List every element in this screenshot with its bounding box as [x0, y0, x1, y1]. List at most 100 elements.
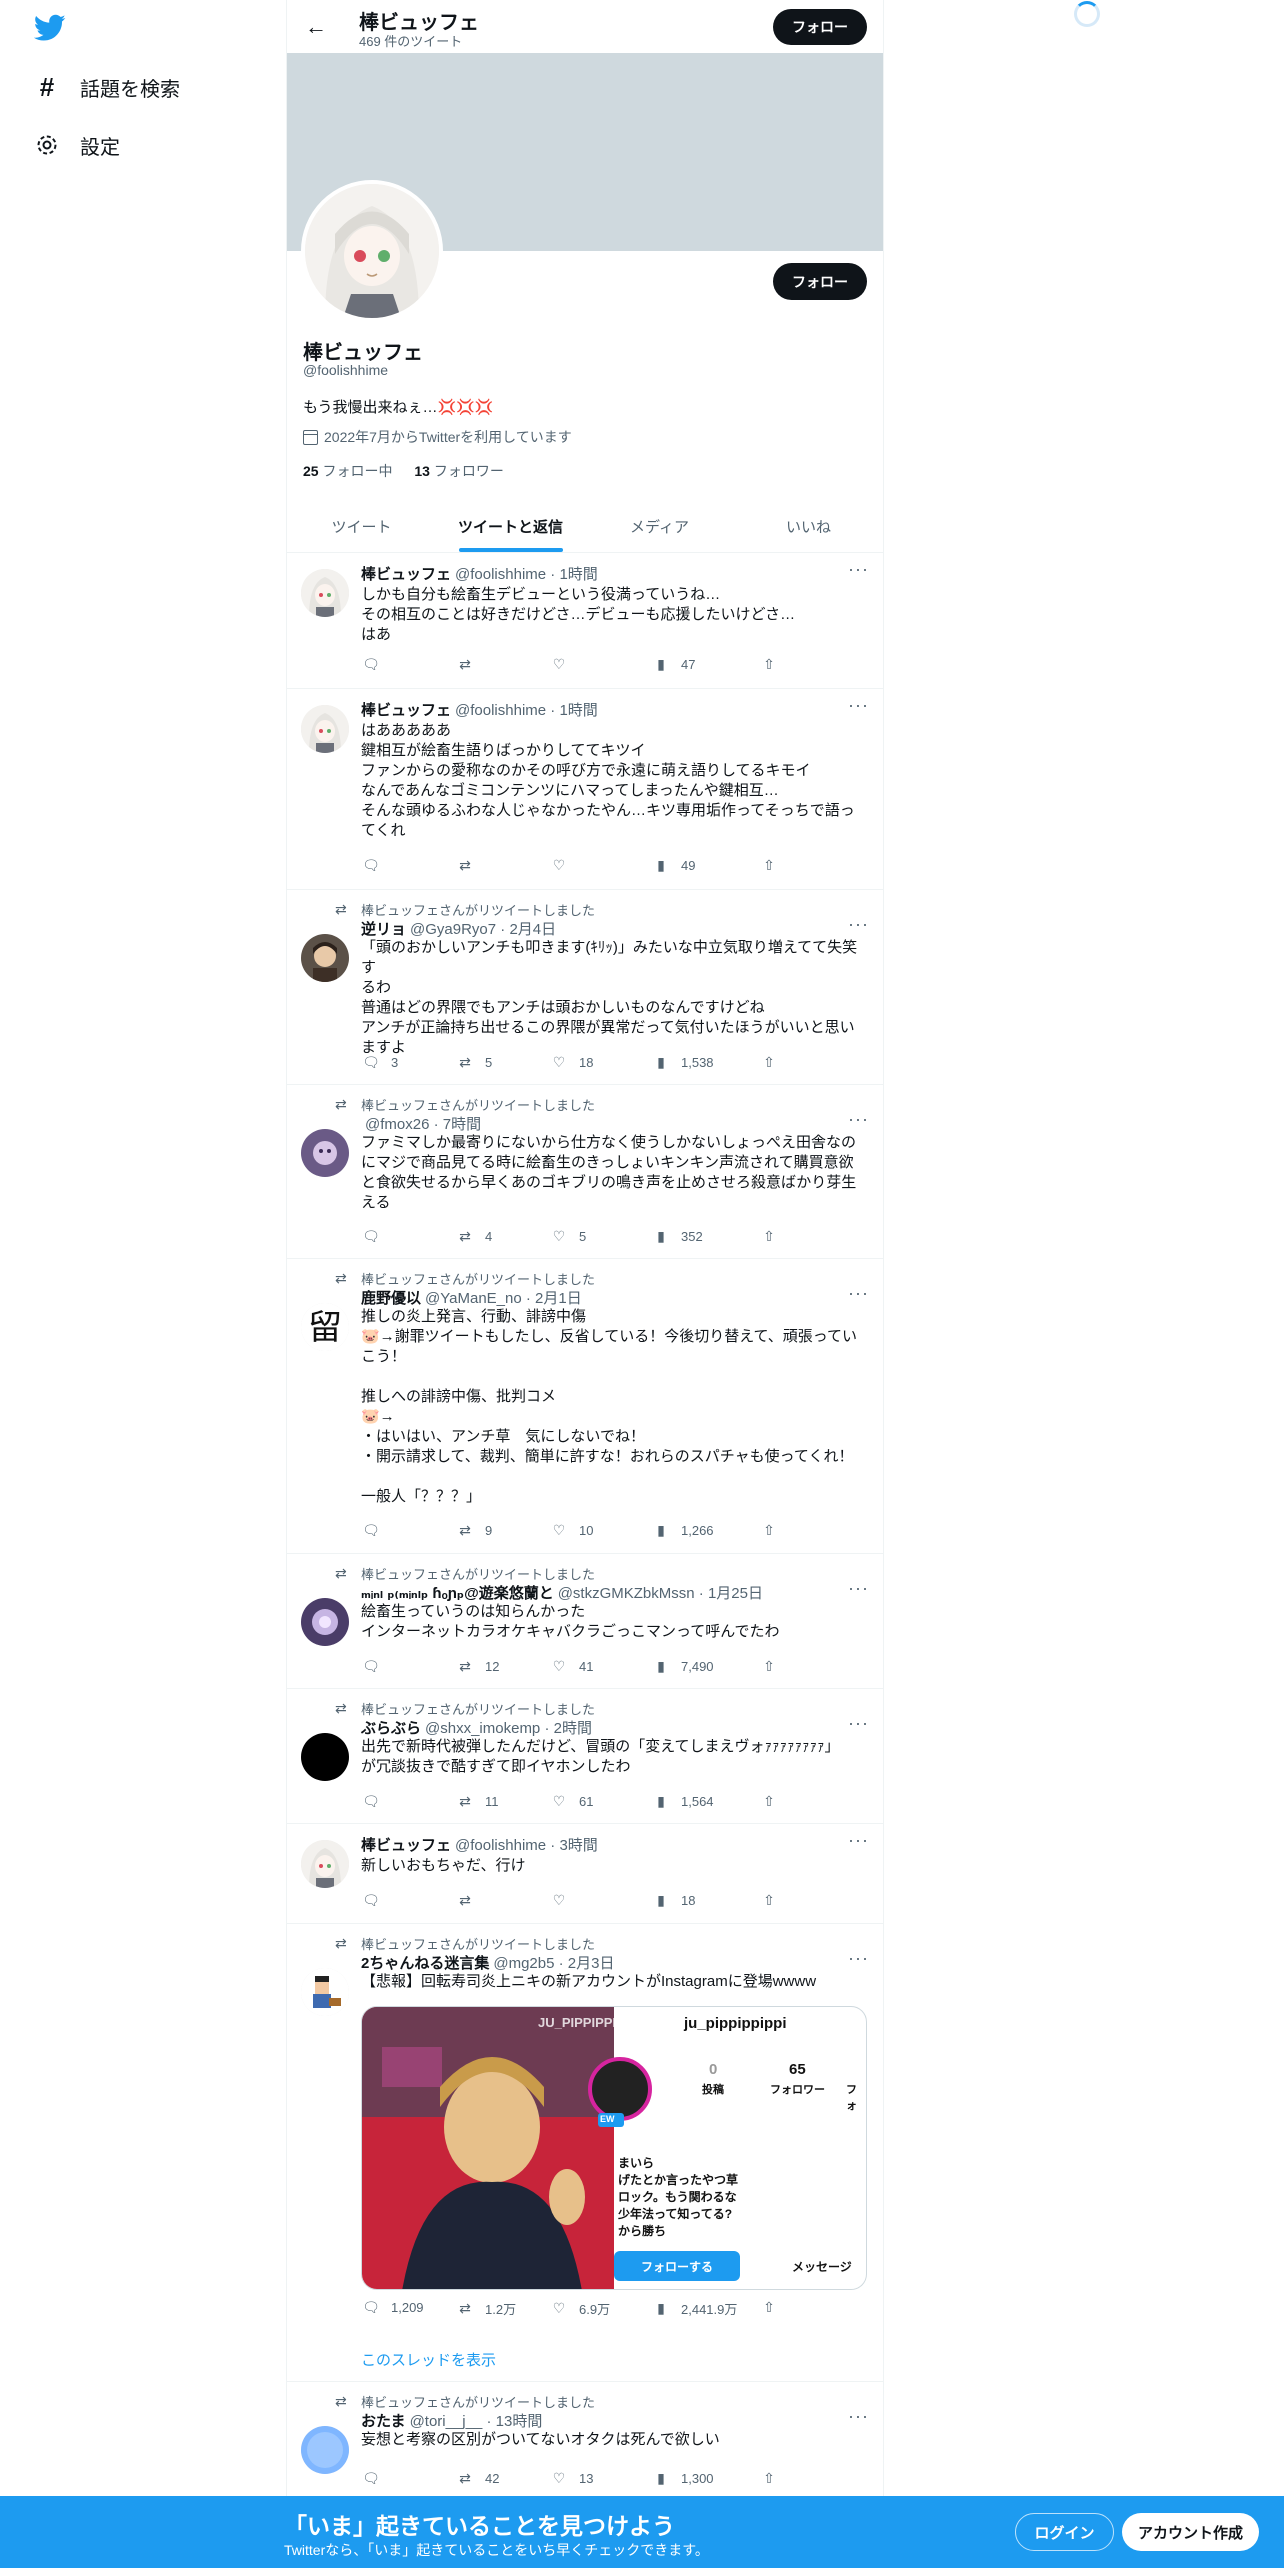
- twitter-logo-icon[interactable]: [34, 14, 66, 42]
- signup-button[interactable]: アカウント作成: [1122, 2513, 1259, 2551]
- tweet-handle-time[interactable]: @mg2b5 · 2月3日: [493, 1955, 614, 1972]
- retweet-button[interactable]: ⇄ 42: [455, 2470, 499, 2487]
- tab-media[interactable]: メディア: [585, 500, 734, 552]
- tweet-author-name[interactable]: 2ちゃんねる迷言集: [361, 1955, 489, 1972]
- tweet[interactable]: 棒ビュッフェ @foolishhime · 1時間 ··· はあああああ 鍵相互が絵畜…: [287, 689, 883, 890]
- tweet[interactable]: ⇄ 棒ビュッフェさんがリツイートしました ₘᵢₙₗ ₚ₍ₘᵢₙₗₚ ɦₒɲₚ@遊楽悠…: [287, 1554, 883, 1689]
- tweet-avatar[interactable]: [301, 1733, 349, 1781]
- profile-follow-button[interactable]: フォロー: [773, 263, 867, 300]
- like-button[interactable]: ♡ 41: [549, 1658, 594, 1675]
- tweet-author-name[interactable]: ₘᵢₙₗ ₚ₍ₘᵢₙₗₚ ɦₒɲₚ@遊楽悠蘭と: [361, 1585, 554, 1602]
- like-button[interactable]: ♡: [549, 857, 579, 874]
- retweet-button[interactable]: ⇄ 12: [455, 1658, 499, 1675]
- tweet-handle-time[interactable]: @foolishhime · 3時間: [455, 1837, 598, 1854]
- retweet-button[interactable]: ⇄ 4: [455, 1228, 492, 1245]
- share-button[interactable]: ⇧: [759, 1892, 779, 1909]
- views-button[interactable]: ▮ 7,490: [651, 1658, 713, 1675]
- tab-tweets-and-replies[interactable]: ツイートと返信: [436, 500, 585, 552]
- reply-button[interactable]: 🗨 3: [361, 1054, 398, 1071]
- retweet-button[interactable]: ⇄ 9: [455, 1522, 492, 1539]
- tweet-avatar[interactable]: [301, 934, 349, 982]
- tweet-media[interactable]: JU_PIPPIPPI ju_pippippippi 0 投稿 65 フォロワー…: [361, 2006, 867, 2290]
- tweet-author-name[interactable]: 逆リョ: [361, 921, 406, 938]
- share-button[interactable]: ⇧: [759, 857, 779, 874]
- show-thread-link[interactable]: このスレッドを表示: [361, 2349, 496, 2370]
- tweet[interactable]: 棒ビュッフェ @foolishhime · 3時間 ··· 新しいおもちゃだ、行け 🗨…: [287, 1824, 883, 1924]
- reply-button[interactable]: 🗨: [361, 2470, 391, 2487]
- reply-button[interactable]: 🗨: [361, 1892, 391, 1909]
- like-button[interactable]: ♡: [549, 1892, 579, 1909]
- reply-button[interactable]: 🗨: [361, 1658, 391, 1675]
- retweet-button[interactable]: ⇄: [455, 1892, 485, 1909]
- retweet-button[interactable]: ⇄ 5: [455, 1054, 492, 1071]
- tweet-author-name[interactable]: ぶらぶら: [361, 1720, 421, 1737]
- reply-button[interactable]: 🗨: [361, 857, 391, 874]
- tweet[interactable]: ⇄ 棒ビュッフェさんがリツイートしました 2ちゃんねる迷言集 @mg2b5 · 2月3…: [287, 1924, 883, 2382]
- like-button[interactable]: ♡ 10: [549, 1522, 594, 1539]
- back-arrow-icon[interactable]: ←: [301, 12, 331, 42]
- tweet[interactable]: ⇄ 棒ビュッフェさんがリツイートしました おたま @tori__j__ · 13時間 ·…: [287, 2382, 883, 2500]
- tweet-avatar[interactable]: [301, 569, 349, 617]
- more-options-icon[interactable]: ···: [848, 695, 869, 716]
- views-button[interactable]: ▮ 49: [651, 857, 695, 874]
- tweet-handle-time[interactable]: @fmox26 · 7時間: [365, 1116, 481, 1133]
- like-button[interactable]: ♡ 18: [549, 1054, 594, 1071]
- reply-button[interactable]: 🗨 1,209: [361, 2299, 423, 2316]
- tweet-handle-time[interactable]: @Gya9Ryo7 · 2月4日: [410, 921, 556, 938]
- views-button[interactable]: ▮ 352: [651, 1228, 703, 1245]
- followers-link[interactable]: 13 フォロワー: [414, 463, 503, 479]
- tweet-avatar[interactable]: [301, 1598, 349, 1646]
- nav-explore[interactable]: # 話題を検索: [32, 67, 180, 107]
- views-button[interactable]: ▮ 47: [651, 656, 695, 673]
- tweet[interactable]: 棒ビュッフェ @foolishhime · 1時間 ··· しかも自分も絵畜生デビュー…: [287, 553, 883, 689]
- views-button[interactable]: ▮ 1,538: [651, 1054, 713, 1071]
- share-button[interactable]: ⇧: [759, 1522, 779, 1539]
- share-button[interactable]: ⇧: [759, 1228, 779, 1245]
- tweet-author-name[interactable]: 棒ビュッフェ: [361, 1837, 451, 1854]
- retweet-button[interactable]: ⇄: [455, 656, 485, 673]
- tweet[interactable]: ⇄ 棒ビュッフェさんがリツイートしました留鹿野優以 @YaManE_no · 2月1…: [287, 1259, 883, 1554]
- retweet-button[interactable]: ⇄: [455, 857, 485, 874]
- tweet-handle-time[interactable]: @YaManE_no · 2月1日: [425, 1290, 582, 1307]
- reply-button[interactable]: 🗨: [361, 1793, 391, 1810]
- more-options-icon[interactable]: ···: [848, 2406, 869, 2427]
- like-button[interactable]: ♡ 61: [549, 1793, 594, 1810]
- tweet-avatar[interactable]: [301, 705, 349, 753]
- like-button[interactable]: ♡: [549, 656, 579, 673]
- more-options-icon[interactable]: ···: [848, 1713, 869, 1734]
- more-options-icon[interactable]: ···: [848, 559, 869, 580]
- tweet-handle-time[interactable]: @shxx_imokemp · 2時間: [425, 1720, 592, 1737]
- retweet-button[interactable]: ⇄ 1.2万: [455, 2299, 516, 2318]
- tweet-author-name[interactable]: 鹿野優以: [361, 1290, 421, 1307]
- retweet-button[interactable]: ⇄ 11: [455, 1793, 498, 1810]
- tweet-handle-time[interactable]: @foolishhime · 1時間: [455, 702, 598, 719]
- tweet-author-name[interactable]: 棒ビュッフェ: [361, 566, 451, 583]
- tweet-handle-time[interactable]: @foolishhime · 1時間: [455, 566, 598, 583]
- share-button[interactable]: ⇧: [759, 1658, 779, 1675]
- reply-button[interactable]: 🗨: [361, 1522, 391, 1539]
- tweet[interactable]: ⇄ 棒ビュッフェさんがリツイートしました 逆リョ @Gya9Ryo7 · 2月4日 ··…: [287, 890, 883, 1085]
- login-button[interactable]: ログイン: [1015, 2513, 1114, 2551]
- tab-likes[interactable]: いいね: [734, 500, 883, 552]
- more-options-icon[interactable]: ···: [848, 914, 869, 935]
- views-button[interactable]: ▮ 1,266: [651, 1522, 713, 1539]
- like-button[interactable]: ♡ 6.9万: [549, 2299, 610, 2318]
- header-follow-button[interactable]: フォロー: [773, 9, 867, 45]
- more-options-icon[interactable]: ···: [848, 1578, 869, 1599]
- more-options-icon[interactable]: ···: [848, 1109, 869, 1130]
- share-button[interactable]: ⇧: [759, 1793, 779, 1810]
- share-button[interactable]: ⇧: [759, 2470, 779, 2487]
- views-button[interactable]: ▮ 1,564: [651, 1793, 713, 1810]
- like-button[interactable]: ♡ 5: [549, 1228, 587, 1245]
- tweet-avatar[interactable]: [301, 1968, 349, 2016]
- tweet-avatar[interactable]: 留: [301, 1303, 349, 1351]
- more-options-icon[interactable]: ···: [848, 1283, 869, 1304]
- share-button[interactable]: ⇧: [759, 656, 779, 673]
- tweet-avatar[interactable]: [301, 1129, 349, 1177]
- tweet-avatar[interactable]: [301, 1840, 349, 1888]
- profile-avatar[interactable]: [301, 180, 443, 322]
- more-options-icon[interactable]: ···: [848, 1948, 869, 1969]
- views-button[interactable]: ▮ 2,441.9万: [651, 2299, 737, 2318]
- tweet-author-name[interactable]: 棒ビュッフェ: [361, 702, 451, 719]
- share-button[interactable]: ⇧: [759, 1054, 779, 1071]
